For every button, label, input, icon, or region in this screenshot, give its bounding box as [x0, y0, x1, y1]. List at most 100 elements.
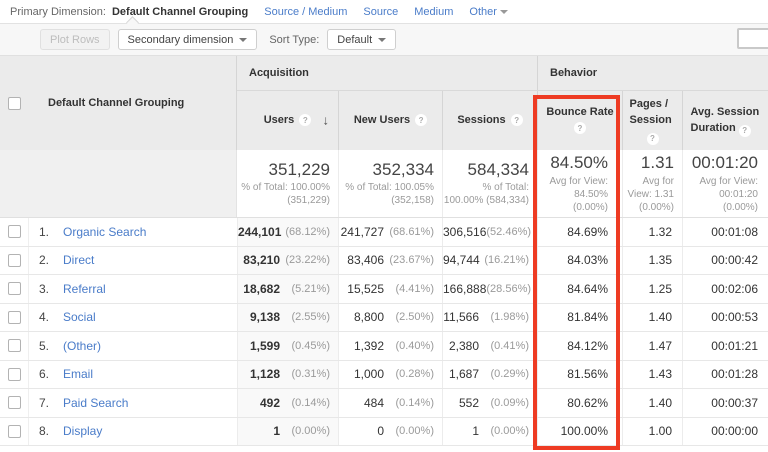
select-all-checkbox[interactable] [7, 96, 21, 110]
column-header-users[interactable]: Users ? ↓ [237, 91, 338, 150]
row-checkbox[interactable] [7, 396, 21, 410]
users-pct: (2.55%) [291, 311, 330, 324]
column-header-bounce-rate[interactable]: Bounce Rate ? [537, 90, 622, 150]
avg-session-duration-value: 00:00:53 [711, 310, 758, 325]
new-users-value: 484 [363, 395, 384, 410]
sessions-value: 166,888 [443, 281, 487, 296]
users-value: 9,138 [249, 310, 280, 325]
sessions-pct: (0.09%) [490, 396, 529, 409]
avg-session-duration-value: 00:01:21 [711, 338, 758, 353]
dimension-column-header: Default Channel Grouping [48, 97, 185, 109]
row-checkbox[interactable] [7, 367, 21, 381]
users-pct: (0.00%) [291, 425, 330, 438]
channel-link[interactable]: Social [63, 310, 96, 324]
pages-session-value: 1.32 [648, 224, 672, 239]
table-toolbar: Plot Rows Secondary dimension Sort Type:… [0, 23, 768, 55]
channel-link[interactable]: Organic Search [63, 225, 146, 239]
new-users-pct: (68.61%) [389, 225, 434, 238]
sort-type-dropdown[interactable]: Default [327, 29, 397, 50]
bounce-rate-value: 84.64% [567, 281, 608, 296]
total-avg-session-duration-subtext: Avg for View: 00:01:20 (0.00%) [699, 175, 758, 213]
plot-rows-button[interactable]: Plot Rows [40, 29, 110, 50]
pages-session-value: 1.40 [648, 395, 672, 410]
dimension-link-medium[interactable]: Medium [414, 6, 453, 18]
new-users-pct: (0.14%) [395, 396, 434, 409]
row-number: 3. [39, 281, 50, 296]
row-checkbox[interactable] [7, 253, 21, 267]
sessions-value: 306,516 [443, 224, 487, 239]
new-users-pct: (0.40%) [395, 339, 434, 352]
bounce-rate-value: 81.56% [567, 367, 608, 382]
table-row: 1. Organic Search 244,101 (68.12%) 241,727… [0, 218, 768, 247]
new-users-pct: (23.67%) [389, 254, 434, 267]
total-new-users-value: 352,334 [372, 159, 434, 179]
column-header-avg-session-duration[interactable]: Avg. Session Duration? [682, 90, 768, 150]
dimension-link-source-medium[interactable]: Source / Medium [264, 6, 347, 18]
avg-session-duration-value: 00:02:06 [711, 281, 758, 296]
channel-link[interactable]: Referral [63, 282, 106, 296]
row-number: 5. [39, 338, 50, 353]
row-checkbox[interactable] [7, 339, 21, 353]
new-users-pct: (0.28%) [395, 368, 434, 381]
table-search-input[interactable] [737, 28, 768, 49]
row-number: 2. [39, 253, 50, 268]
secondary-dimension-button[interactable]: Secondary dimension [117, 29, 258, 50]
total-sessions-subtext: % of Total: 100.00% (584,334) [443, 182, 529, 207]
column-header-pages-session[interactable]: Pages / Session ? [622, 90, 682, 150]
users-value: 492 [259, 395, 280, 410]
row-checkbox[interactable] [7, 225, 21, 239]
channel-link[interactable]: (Other) [63, 339, 101, 353]
table-header: Default Channel Grouping Acquisition Beh… [0, 55, 768, 150]
dimension-link-other[interactable]: Other [469, 6, 497, 18]
primary-dimension-label: Primary Dimension: [10, 5, 106, 18]
row-checkbox[interactable] [7, 424, 21, 438]
row-checkbox[interactable] [7, 282, 21, 296]
column-header-new-users[interactable]: New Users ? [338, 90, 442, 150]
dimension-header-cell: Default Channel Grouping [0, 56, 237, 150]
new-users-value: 1,392 [353, 338, 384, 353]
users-pct: (0.31%) [291, 368, 330, 381]
new-users-pct: (4.41%) [395, 282, 434, 295]
chevron-down-icon [239, 37, 248, 42]
help-icon[interactable]: ? [646, 132, 659, 145]
help-icon[interactable]: ? [510, 114, 523, 127]
table-row: 6. Email 1,128 (0.31%) 1,000 (0.28%) 1,687 (… [0, 360, 768, 389]
total-avg-session-duration: 00:01:20 Avg for View: 00:01:20 (0.00%) [682, 150, 768, 217]
total-new-users-subtext: % of Total: 100.05% (352,158) [345, 182, 434, 207]
help-icon[interactable]: ? [415, 114, 428, 127]
dimension-link-source[interactable]: Source [363, 6, 398, 18]
help-icon[interactable]: ? [738, 125, 751, 138]
channel-link[interactable]: Paid Search [63, 396, 128, 410]
sort-descending-icon: ↓ [322, 112, 330, 128]
channel-link[interactable]: Email [63, 367, 93, 381]
row-checkbox[interactable] [7, 310, 21, 324]
pages-session-value: 1.35 [648, 253, 672, 268]
bounce-rate-value: 84.12% [567, 338, 608, 353]
total-sessions: 584,334 % of Total: 100.00% (584,334) [442, 150, 537, 217]
users-value: 83,210 [243, 253, 280, 268]
users-pct: (68.12%) [285, 225, 330, 238]
users-pct: (23.22%) [285, 254, 330, 267]
channel-link[interactable]: Display [63, 424, 102, 438]
group-header-behavior: Behavior [537, 56, 768, 90]
chevron-down-icon [499, 9, 508, 14]
pages-session-value: 1.00 [648, 424, 672, 439]
users-value: 1,599 [249, 338, 280, 353]
new-users-value: 83,406 [347, 253, 384, 268]
sessions-value: 94,744 [443, 253, 480, 268]
help-icon[interactable]: ? [574, 122, 586, 135]
users-pct: (0.45%) [291, 339, 330, 352]
sort-type-label: Sort Type: [269, 33, 320, 46]
new-users-value: 15,525 [347, 281, 384, 296]
sessions-header-label: Sessions [457, 114, 506, 127]
channel-link[interactable]: Direct [63, 253, 94, 267]
table-row: 7. Paid Search 492 (0.14%) 484 (0.14%) 552 (… [0, 389, 768, 418]
sort-type-value: Default [337, 33, 373, 46]
avg-session-duration-value: 00:00:42 [711, 253, 758, 268]
help-icon[interactable]: ? [299, 114, 312, 127]
avg-session-duration-header-label: Avg. Session Duration? [690, 105, 760, 138]
sessions-value: 1,687 [448, 367, 479, 382]
column-header-sessions[interactable]: Sessions ? [442, 90, 537, 150]
bounce-rate-value: 100.00% [560, 424, 608, 439]
new-users-header-label: New Users [353, 114, 411, 127]
